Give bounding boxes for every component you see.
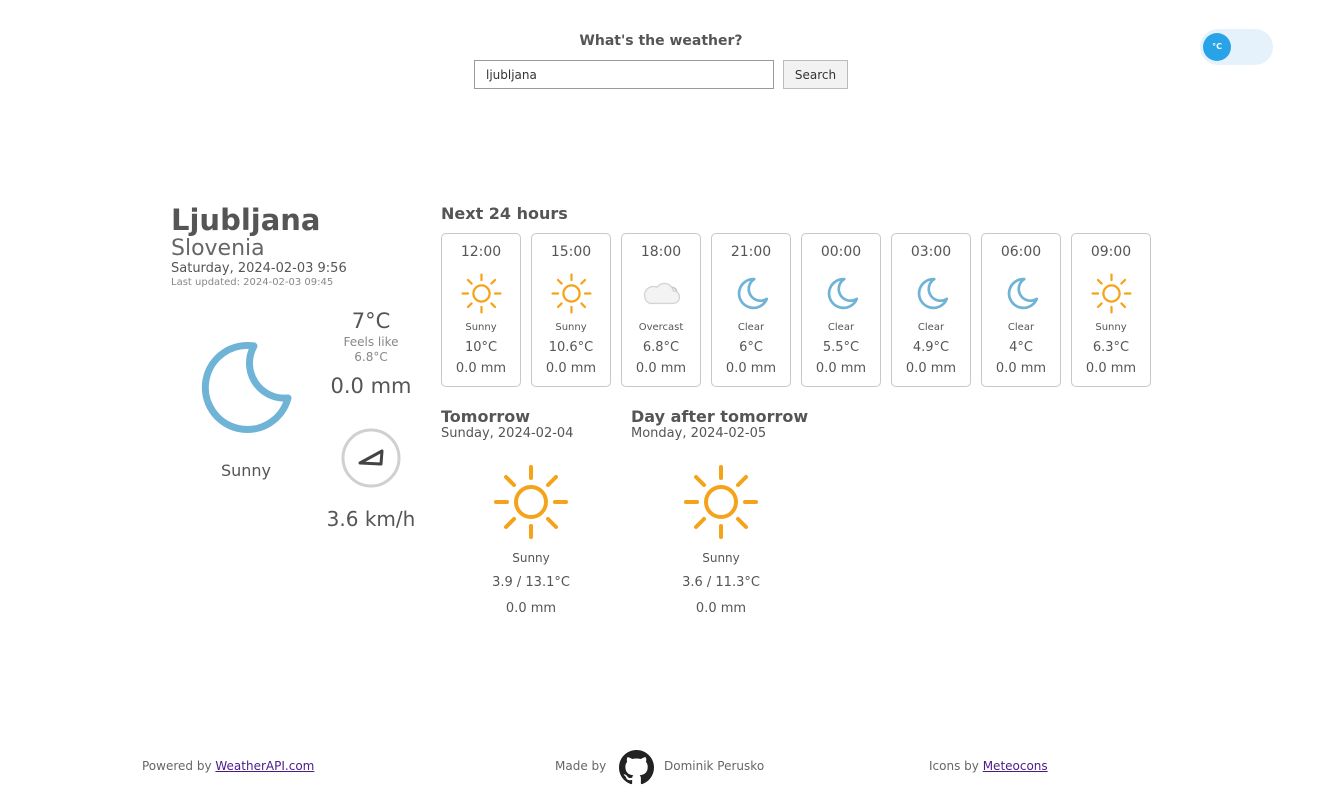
hour-precipitation: 0.0 mm: [905, 361, 957, 376]
sun-icon: [494, 465, 568, 539]
hour-precipitation: 0.0 mm: [815, 361, 867, 376]
forecast-day-date: Sunday, 2024-02-04: [441, 426, 574, 441]
hourly-heading: Next 24 hours: [441, 204, 568, 223]
last-updated: Last updated: 2024-02-03 09:45: [171, 277, 334, 288]
hour-time: 00:00: [820, 244, 862, 260]
powered-by: Powered by WeatherAPI.com: [142, 759, 314, 773]
hour-card: 06:00 Clear 4°C 0.0 mm: [981, 233, 1061, 387]
moon-icon: [827, 277, 859, 310]
search-input[interactable]: [474, 60, 774, 89]
cloud-icon: [643, 282, 681, 305]
hour-precipitation: 0.0 mm: [725, 361, 777, 376]
hour-condition: Sunny: [555, 322, 587, 333]
city-name: Ljubljana: [171, 203, 321, 237]
forecast-day-condition: Sunny: [702, 551, 740, 565]
search-button[interactable]: Search: [783, 60, 848, 89]
hour-condition: Clear: [1007, 322, 1035, 333]
icons-by: Icons by Meteocons: [929, 759, 1048, 773]
author-name: Dominik Perusko: [664, 759, 765, 773]
hour-time: 15:00: [550, 244, 592, 260]
hour-card: 15:00 Sunny 10.6°C 0.0 mm: [531, 233, 611, 387]
moon-icon: [1007, 277, 1039, 310]
hour-condition: Sunny: [465, 322, 497, 333]
hour-card: 03:00 Clear 4.9°C 0.0 mm: [891, 233, 971, 387]
forecast-day-temperatures: 3.9 / 13.1°C: [492, 575, 570, 590]
page-title: What's the weather?: [579, 33, 743, 49]
hour-precipitation: 0.0 mm: [635, 361, 687, 376]
hour-card: 09:00 Sunny 6.3°C 0.0 mm: [1071, 233, 1151, 387]
weatherapi-link[interactable]: WeatherAPI.com: [215, 759, 314, 773]
sun-icon: [461, 273, 502, 314]
hour-precipitation: 0.0 mm: [995, 361, 1047, 376]
hour-time: 06:00: [1000, 244, 1042, 260]
hour-time: 18:00: [640, 244, 682, 260]
forecast-day-title: Tomorrow: [441, 407, 530, 426]
hour-condition: Clear: [827, 322, 855, 333]
hour-card: 12:00 Sunny 10°C 0.0 mm: [441, 233, 521, 387]
hour-condition: Clear: [917, 322, 945, 333]
hour-temperature: 4°C: [1009, 340, 1033, 355]
forecast-day-precipitation: 0.0 mm: [505, 601, 557, 616]
github-icon[interactable]: [619, 750, 654, 785]
hour-temperature: 6.8°C: [642, 340, 680, 355]
powered-by-label: Powered by: [142, 759, 212, 773]
hour-precipitation: 0.0 mm: [455, 361, 507, 376]
hour-condition: Overcast: [638, 322, 684, 333]
meteocons-link[interactable]: Meteocons: [983, 759, 1048, 773]
unit-toggle[interactable]: °C: [1200, 29, 1273, 65]
hour-time: 03:00: [910, 244, 952, 260]
wind-speed: 3.6 km/h: [326, 507, 416, 531]
feels-like-label: Feels like: [343, 335, 399, 349]
hour-temperature: 6°C: [739, 340, 763, 355]
hour-precipitation: 0.0 mm: [545, 361, 597, 376]
wind-direction-icon: [341, 428, 401, 488]
moon-icon: [201, 341, 292, 433]
local-time: Saturday, 2024-02-03 9:56: [171, 261, 347, 276]
current-temperature: 7°C: [351, 309, 391, 333]
hour-temperature: 5.5°C: [822, 340, 860, 355]
sun-icon: [1091, 273, 1132, 314]
feels-like-value: 6.8°C: [354, 350, 388, 364]
forecast-day-date: Monday, 2024-02-05: [631, 426, 767, 441]
sun-icon: [684, 465, 758, 539]
hourly-list: 12:00 Sunny 10°C 0.0 mm 15:00 Sunny 10.6…: [441, 233, 1161, 387]
forecast-day-condition: Sunny: [512, 551, 550, 565]
country-name: Slovenia: [171, 236, 265, 261]
hour-temperature: 6.3°C: [1092, 340, 1130, 355]
made-by-label: Made by: [555, 759, 607, 773]
current-condition: Sunny: [220, 461, 272, 480]
unit-toggle-knob: °C: [1203, 33, 1231, 61]
hour-card: 00:00 Clear 5.5°C 0.0 mm: [801, 233, 881, 387]
hour-temperature: 10.6°C: [548, 340, 594, 355]
sun-icon: [551, 273, 592, 314]
icons-by-label: Icons by: [929, 759, 979, 773]
hour-card: 18:00 Overcast 6.8°C 0.0 mm: [621, 233, 701, 387]
forecast-day-precipitation: 0.0 mm: [695, 601, 747, 616]
forecast-day-title: Day after tomorrow: [631, 407, 809, 426]
hour-temperature: 4.9°C: [912, 340, 950, 355]
hour-time: 12:00: [460, 244, 502, 260]
current-precipitation: 0.0 mm: [330, 374, 412, 398]
hour-card: 21:00 Clear 6°C 0.0 mm: [711, 233, 791, 387]
moon-icon: [917, 277, 949, 310]
hour-temperature: 10°C: [464, 340, 498, 355]
hour-time: 21:00: [730, 244, 772, 260]
hour-time: 09:00: [1090, 244, 1132, 260]
hour-precipitation: 0.0 mm: [1085, 361, 1137, 376]
hour-condition: Sunny: [1095, 322, 1127, 333]
forecast-day-temperatures: 3.6 / 11.3°C: [682, 575, 760, 590]
hour-condition: Clear: [737, 322, 765, 333]
moon-icon: [737, 277, 769, 310]
